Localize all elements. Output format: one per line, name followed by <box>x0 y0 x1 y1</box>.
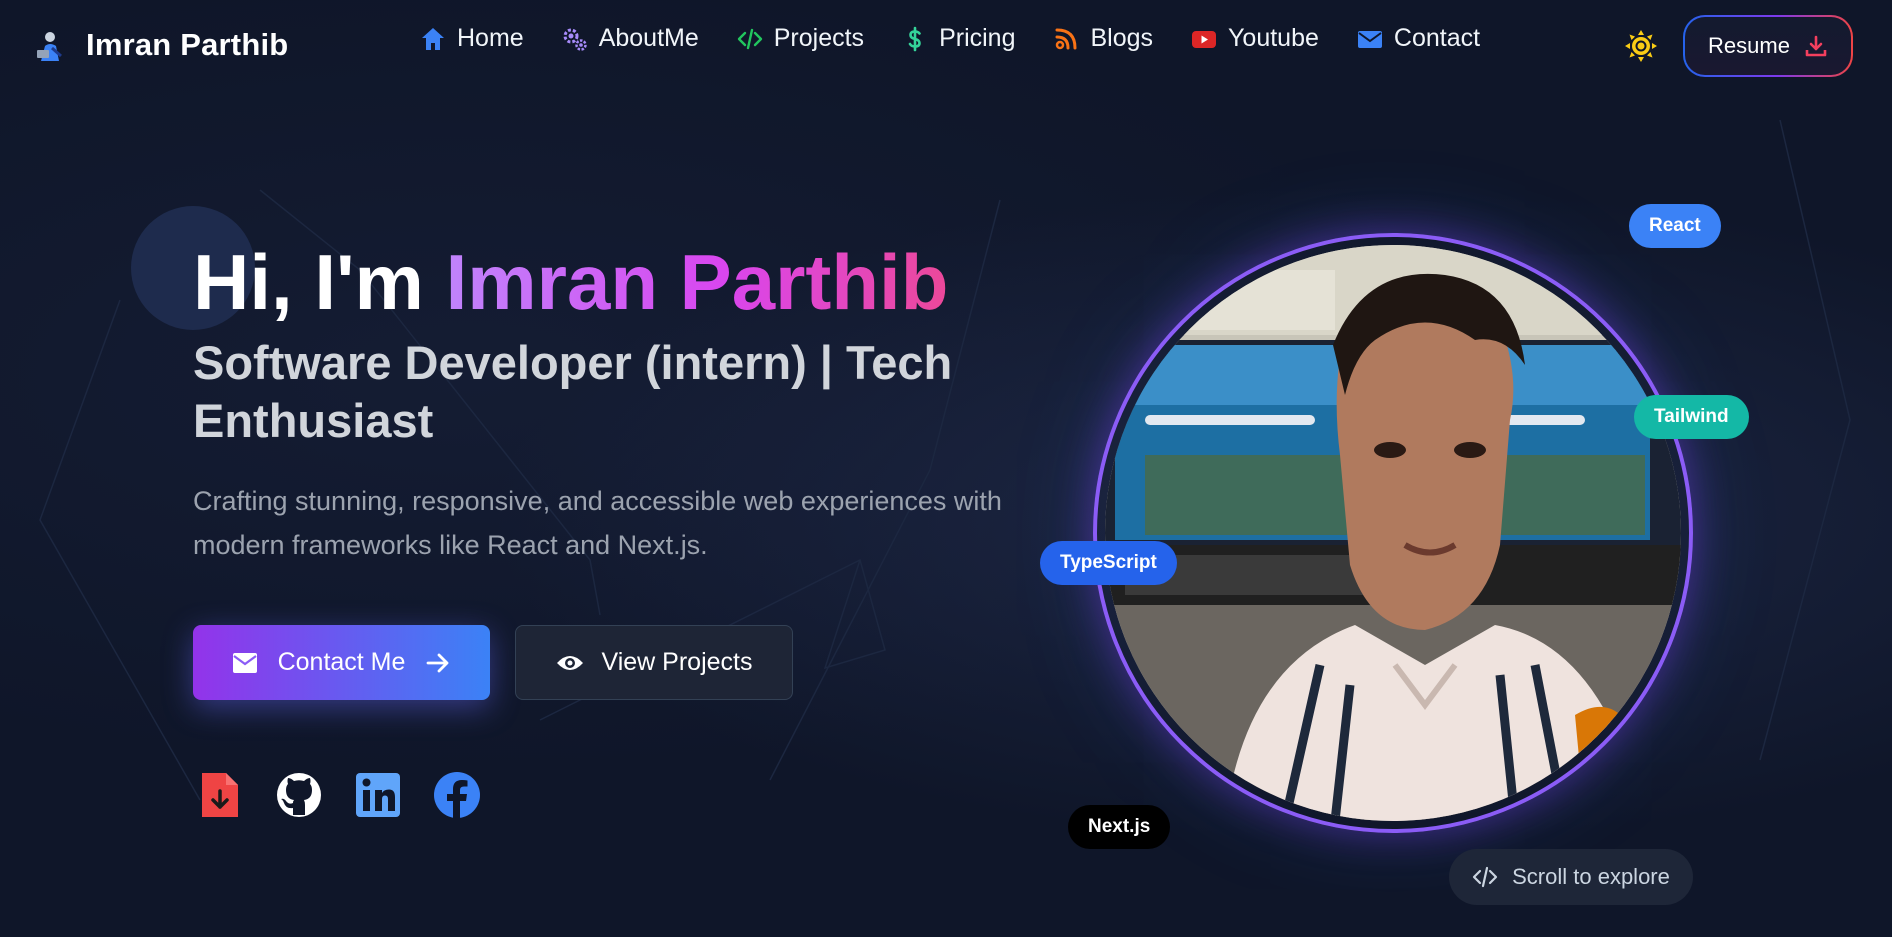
nav-item-aboutme[interactable]: AboutMe <box>562 24 699 53</box>
scroll-to-explore[interactable]: Scroll to explore <box>1449 849 1693 905</box>
resume-button[interactable]: Resume <box>1683 15 1853 77</box>
tag-nextjs: Next.js <box>1068 805 1171 849</box>
top-navbar: Imran Parthib Home AboutMe Projects Pric… <box>0 0 1892 92</box>
nav-item-label: Contact <box>1393 24 1481 52</box>
gears-icon <box>563 28 587 51</box>
profile-photo-illustration <box>1105 245 1681 821</box>
nav-item-label: Pricing <box>939 24 1016 52</box>
hero-description: Crafting stunning, responsive, and acces… <box>193 486 1002 560</box>
nav-links: Home AboutMe Projects Pricing Blogs Yout… <box>420 24 1518 53</box>
nav-item-youtube[interactable]: Youtube <box>1191 24 1319 53</box>
code-icon <box>1473 866 1498 888</box>
scroll-hint-label: Scroll to explore <box>1512 864 1670 889</box>
nav-item-blogs[interactable]: Blogs <box>1053 24 1153 53</box>
nav-item-projects[interactable]: Projects <box>737 24 864 53</box>
avatar-logo-icon <box>37 32 62 61</box>
nav-item-label: Blogs <box>1090 24 1154 52</box>
tag-react: React <box>1629 204 1721 248</box>
contact-me-label: Contact Me <box>277 648 406 676</box>
tag-typescript: TypeScript <box>1040 541 1177 585</box>
nav-item-pricing[interactable]: Pricing <box>902 24 1015 53</box>
code-icon <box>737 28 762 49</box>
nav-item-label: Projects <box>773 24 865 52</box>
view-projects-label: View Projects <box>601 648 753 676</box>
nav-item-contact[interactable]: Contact <box>1357 24 1480 53</box>
eye-icon <box>556 655 583 670</box>
blog-icon <box>1055 28 1077 49</box>
nav-item-label: AboutMe <box>598 24 699 52</box>
hero-greeting: Hi, I'm <box>193 238 424 326</box>
profile-photo <box>1105 245 1681 821</box>
contact-me-button[interactable]: Contact Me <box>193 625 490 700</box>
social-links <box>196 771 481 819</box>
hero-title: Hi, I'm Imran Parthib <box>193 238 948 326</box>
facebook-icon[interactable] <box>433 771 481 819</box>
github-icon[interactable] <box>275 771 323 819</box>
download-icon <box>1805 35 1827 57</box>
sun-icon[interactable] <box>1624 29 1658 63</box>
hero-subtitle: Software Developer (intern) | Tech Enthu… <box>193 336 953 447</box>
envelope-icon <box>1357 30 1382 48</box>
nav-item-home[interactable]: Home <box>420 24 524 53</box>
arrow-right-icon <box>427 653 449 672</box>
brand[interactable]: Imran Parthib <box>32 27 288 63</box>
youtube-icon <box>1192 30 1217 48</box>
home-icon <box>422 27 444 50</box>
resume-label: Resume <box>1708 33 1790 58</box>
pdf-download-icon[interactable] <box>196 771 244 819</box>
brand-name: Imran Parthib <box>86 27 289 62</box>
linkedin-icon[interactable] <box>354 771 402 819</box>
view-projects-button[interactable]: View Projects <box>515 625 793 700</box>
dollar-icon <box>908 26 921 51</box>
envelope-icon <box>232 652 257 673</box>
hero-name: Imran Parthib <box>445 238 949 326</box>
nav-item-label: Home <box>457 24 524 52</box>
tag-tailwind: Tailwind <box>1634 395 1749 439</box>
nav-item-label: Youtube <box>1228 24 1319 52</box>
